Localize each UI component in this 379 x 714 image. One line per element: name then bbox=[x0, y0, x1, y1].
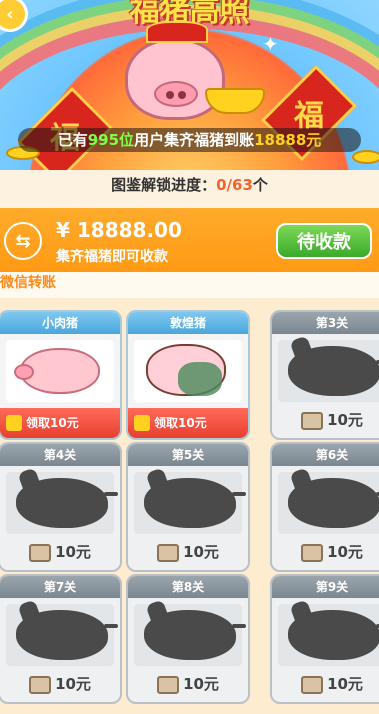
users-prefix: 已有 bbox=[57, 131, 88, 149]
card-title: 第5关 bbox=[128, 444, 248, 466]
card-title: 第6关 bbox=[272, 444, 379, 466]
card-image bbox=[6, 604, 118, 666]
card-locked-5[interactable]: 第5关 10元 bbox=[126, 442, 250, 572]
users-count: 995位 bbox=[87, 131, 135, 149]
progress-label: 图鉴解锁进度： bbox=[111, 176, 217, 194]
pig-silhouette bbox=[16, 610, 118, 660]
cash-bar: ⇆ ¥ 18888.00 集齐福猪即可收款 待收款 bbox=[0, 208, 379, 272]
card-title: 敦煌猪 bbox=[128, 312, 248, 334]
banner: 福猪高照 ‹ 福 福 ✦ 已有995位用户集齐福猪到账18888元 bbox=[0, 0, 379, 170]
red-envelope-icon bbox=[134, 415, 150, 431]
pig-snout bbox=[154, 81, 198, 107]
progress-unit: 个 bbox=[252, 176, 268, 194]
card-title: 第7关 bbox=[0, 576, 120, 598]
pig-silhouette bbox=[288, 610, 379, 660]
users-mid: 用户集齐福猪到账 bbox=[134, 131, 255, 149]
reward-label: 10元 bbox=[55, 675, 91, 693]
card-pig-2[interactable]: 敦煌猪 领取10元 bbox=[126, 310, 250, 440]
pending-payment-button[interactable]: 待收款 bbox=[276, 223, 372, 259]
reward: 10元 bbox=[272, 538, 379, 566]
pig-silhouette bbox=[144, 478, 246, 528]
treasure-chest-icon bbox=[301, 675, 324, 694]
claim-label: 领取10元 bbox=[154, 416, 207, 430]
card-title: 小肉猪 bbox=[0, 312, 120, 334]
pink-pig-image bbox=[14, 348, 100, 394]
card-image bbox=[6, 472, 118, 534]
fortune-pig-illustration bbox=[125, 21, 225, 120]
card-image bbox=[134, 472, 246, 534]
card-locked-9[interactable]: 第9关 10元 bbox=[270, 574, 379, 704]
card-locked-3[interactable]: 第3关 10元 bbox=[270, 310, 379, 440]
claim-label: 领取10元 bbox=[26, 416, 79, 430]
card-image bbox=[278, 472, 379, 534]
card-locked-4[interactable]: 第4关 10元 bbox=[0, 442, 122, 572]
card-image bbox=[134, 340, 242, 402]
card-title: 第3关 bbox=[272, 312, 379, 334]
card-locked-6[interactable]: 第6关 10元 bbox=[270, 442, 379, 572]
pig-silhouette bbox=[288, 346, 379, 396]
card-image bbox=[278, 604, 379, 666]
pig-silhouette bbox=[16, 478, 118, 528]
exchange-arrows-icon[interactable]: ⇆ bbox=[4, 222, 42, 260]
red-envelope-icon bbox=[6, 415, 22, 431]
pig-silhouette bbox=[144, 610, 246, 660]
treasure-chest-icon bbox=[157, 543, 180, 562]
reward-label: 10元 bbox=[327, 411, 363, 429]
card-pig-1[interactable]: 小肉猪 领取10元 bbox=[0, 310, 122, 440]
card-locked-7[interactable]: 第7关 10元 bbox=[0, 574, 122, 704]
treasure-chest-icon bbox=[301, 543, 324, 562]
reward-label: 10元 bbox=[327, 675, 363, 693]
treasure-chest-icon bbox=[301, 411, 324, 430]
pig-silhouette bbox=[288, 478, 379, 528]
card-image bbox=[278, 340, 379, 402]
card-title: 第9关 bbox=[272, 576, 379, 598]
reward-label: 10元 bbox=[327, 543, 363, 561]
reward: 10元 bbox=[0, 670, 120, 698]
users-collected-banner: 已有995位用户集齐福猪到账18888元 bbox=[18, 128, 361, 152]
reward: 10元 bbox=[128, 670, 248, 698]
reward: 10元 bbox=[272, 670, 379, 698]
reward-label: 10元 bbox=[55, 543, 91, 561]
card-title: 第8关 bbox=[128, 576, 248, 598]
dunhuang-pig-image bbox=[146, 344, 226, 396]
reward: 10元 bbox=[0, 538, 120, 566]
claim-button[interactable]: 领取10元 bbox=[128, 408, 248, 438]
treasure-chest-icon bbox=[29, 543, 52, 562]
progress-value: 0/63 bbox=[216, 176, 253, 194]
card-locked-8[interactable]: 第8关 10元 bbox=[126, 574, 250, 704]
reward-label: 10元 bbox=[183, 675, 219, 693]
unlock-progress: 图鉴解锁进度：0/63个 bbox=[0, 170, 379, 208]
cash-amount: ¥ 18888.00 bbox=[56, 218, 182, 242]
card-image bbox=[134, 604, 246, 666]
reward: 10元 bbox=[128, 538, 248, 566]
cash-subtitle: 集齐福猪即可收款 bbox=[56, 249, 168, 265]
treasure-chest-icon bbox=[29, 675, 52, 694]
back-arrow-icon: ‹ bbox=[6, 3, 14, 25]
card-image bbox=[6, 340, 114, 402]
wechat-transfer-label: 微信转账 bbox=[0, 272, 379, 298]
card-title: 第4关 bbox=[0, 444, 120, 466]
gold-coin-icon bbox=[352, 150, 379, 164]
treasure-chest-icon bbox=[157, 675, 180, 694]
reward: 10元 bbox=[272, 406, 379, 434]
claim-button[interactable]: 领取10元 bbox=[0, 408, 120, 438]
collection-grid: 小肉猪 领取10元 敦煌猪 领取10元 第3关 10元 第4关 10元 第5关 … bbox=[0, 298, 379, 714]
users-amount: 18888元 bbox=[254, 131, 322, 149]
sparkle-icon: ✦ bbox=[262, 32, 279, 56]
reward-label: 10元 bbox=[183, 543, 219, 561]
pig-hat bbox=[146, 21, 208, 43]
